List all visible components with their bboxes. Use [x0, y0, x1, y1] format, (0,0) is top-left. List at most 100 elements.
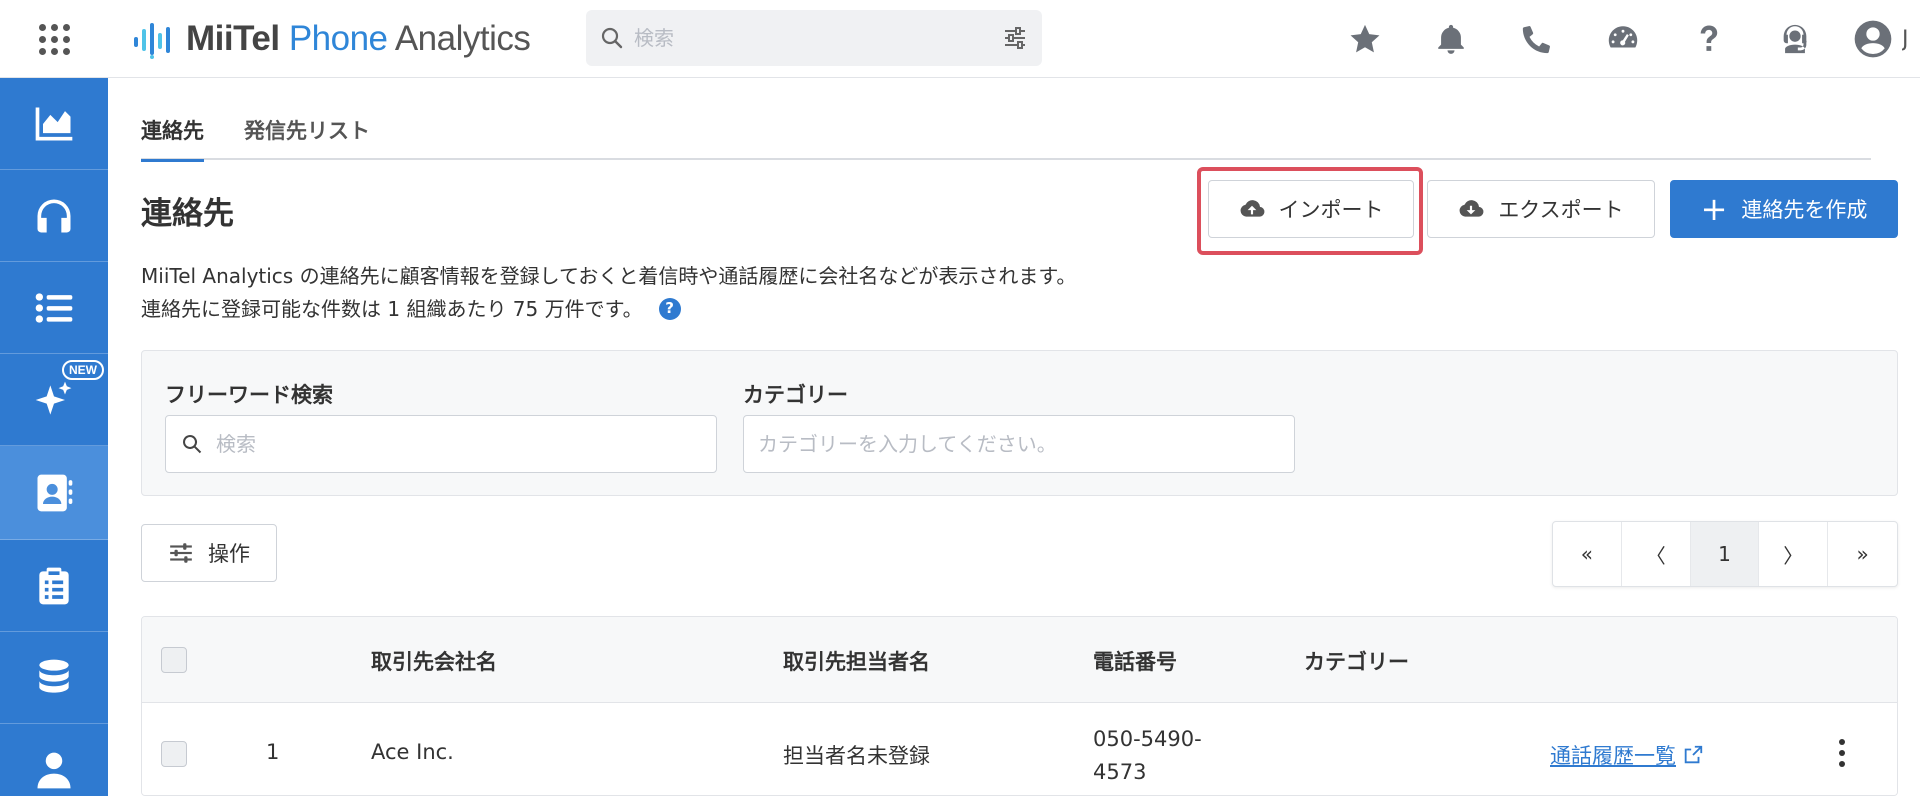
export-label: エクスポート	[1498, 198, 1624, 222]
category-filter-input[interactable]	[758, 432, 1280, 456]
area-chart-icon	[35, 107, 73, 140]
page-last-button[interactable]: »	[1828, 522, 1897, 586]
row-more-menu-icon[interactable]	[1839, 739, 1845, 767]
row-checkbox[interactable]	[161, 741, 187, 767]
select-all-checkbox[interactable]	[161, 647, 187, 673]
row-phone-line-2: 4573	[1093, 760, 1147, 784]
star-icon	[1350, 24, 1380, 53]
headset-agent-icon	[1783, 24, 1807, 54]
external-link-icon	[1684, 745, 1703, 764]
logo-bars-icon	[134, 23, 170, 59]
dashboard-button[interactable]	[1580, 0, 1666, 78]
favorites-button[interactable]	[1322, 0, 1408, 78]
tab-contacts[interactable]: 連絡先	[141, 100, 204, 162]
top-bar: MiiTel Phone Analytics J	[0, 0, 1920, 78]
page-prev-button[interactable]: 〈	[1622, 522, 1691, 586]
global-search	[586, 10, 1042, 66]
category-filter-label: カテゴリー	[743, 383, 848, 407]
pagination: « 〈 1 〉 »	[1552, 521, 1898, 587]
table-row: 1 Ace Inc. 担当者名未登録 050-5490- 4573 通話履歴一覧	[142, 703, 1897, 795]
export-button[interactable]: エクスポート	[1427, 180, 1655, 238]
row-contact: 担当者名未登録	[783, 744, 930, 768]
operations-button[interactable]: 操作	[141, 524, 277, 582]
user-menu-button[interactable]	[1838, 0, 1908, 78]
person-icon	[37, 752, 71, 788]
row-index: 1	[266, 740, 280, 764]
sparkle-icon	[35, 381, 72, 415]
sidebar-item-list[interactable]	[0, 262, 108, 354]
plus-icon: +	[1700, 190, 1728, 228]
create-contact-button[interactable]: + 連絡先を作成	[1670, 180, 1898, 238]
speedometer-icon	[1608, 26, 1638, 48]
question-mark-icon	[1700, 25, 1718, 51]
headphones-icon	[37, 199, 71, 232]
page-first-button[interactable]: «	[1553, 522, 1622, 586]
bell-icon	[1438, 24, 1464, 54]
freeword-search-field	[165, 415, 717, 473]
header-category[interactable]: カテゴリー	[1304, 646, 1409, 676]
apps-grid-icon	[38, 23, 70, 55]
row-phone: 050-5490- 4573	[1093, 723, 1202, 789]
logo-analytics: Analytics	[394, 19, 531, 58]
sidebar-item-analytics[interactable]	[0, 78, 108, 170]
call-history-label: 通話履歴一覧	[1550, 744, 1676, 768]
notifications-button[interactable]	[1408, 0, 1494, 78]
clipboard-list-icon	[39, 567, 69, 604]
category-filter-field	[743, 415, 1295, 473]
help-circle-icon[interactable]: ?	[658, 297, 681, 320]
sidebar: NEW	[0, 78, 108, 796]
header-phone[interactable]: 電話番号	[1093, 646, 1177, 676]
freeword-search-input[interactable]	[216, 432, 702, 456]
header-company[interactable]: 取引先会社名	[371, 646, 497, 676]
page-description: MiiTel Analytics の連絡先に顧客情報を登録しておくと着信時や通話…	[141, 260, 1076, 326]
sidebar-item-ai[interactable]: NEW	[0, 354, 108, 446]
import-label: インポート	[1278, 198, 1384, 222]
support-button[interactable]	[1752, 0, 1838, 78]
table-header-row: 取引先会社名 取引先担当者名 電話番号 カテゴリー	[142, 617, 1897, 703]
contact-book-icon	[37, 474, 73, 511]
contacts-table: 取引先会社名 取引先担当者名 電話番号 カテゴリー 1 Ace Inc. 担当者…	[141, 616, 1898, 796]
user-avatar-icon	[1854, 20, 1892, 58]
call-history-link[interactable]: 通話履歴一覧	[1550, 740, 1704, 770]
sidebar-item-users[interactable]	[0, 724, 108, 796]
header-contact[interactable]: 取引先担当者名	[783, 646, 930, 676]
header-icon-bar: J	[1322, 0, 1920, 78]
sidebar-item-contacts[interactable]	[0, 446, 108, 540]
phone-icon	[1522, 26, 1550, 54]
page-current-button[interactable]: 1	[1690, 522, 1760, 586]
help-button[interactable]	[1666, 0, 1752, 78]
page-title: 連絡先	[141, 196, 234, 232]
database-icon	[39, 659, 69, 693]
sidebar-item-database[interactable]	[0, 632, 108, 724]
user-initial: J	[1902, 26, 1909, 52]
global-search-input[interactable]	[634, 26, 1002, 50]
page-next-button[interactable]: 〉	[1759, 522, 1829, 586]
sliders-icon	[170, 543, 192, 563]
logo-mii: MiiTel	[186, 19, 280, 58]
cloud-download-icon	[1459, 200, 1484, 217]
freeword-search-label: フリーワード検索	[165, 383, 333, 407]
description-line-2: 連絡先に登録可能な件数は 1 組織あたり 75 万件です。?	[141, 293, 1076, 326]
logo-phone: Phone	[288, 19, 388, 58]
logo-text: MiiTel Phone Analytics	[186, 19, 531, 59]
row-phone-line-1: 050-5490-	[1093, 727, 1202, 751]
list-icon	[35, 292, 73, 323]
filter-sliders-icon[interactable]	[1002, 25, 1028, 51]
filter-panel: フリーワード検索 カテゴリー	[141, 350, 1898, 496]
cloud-upload-icon	[1240, 200, 1264, 217]
sidebar-item-calls[interactable]	[0, 170, 108, 262]
new-badge: NEW	[62, 360, 104, 380]
description-line-1: MiiTel Analytics の連絡先に顧客情報を登録しておくと着信時や通話…	[141, 264, 1077, 288]
description-line-2-text: 連絡先に登録可能な件数は 1 組織あたり 75 万件です。	[141, 297, 643, 321]
phone-button[interactable]	[1494, 0, 1580, 78]
row-company: Ace Inc.	[371, 740, 454, 764]
sidebar-item-tasks[interactable]	[0, 540, 108, 632]
import-button[interactable]: インポート	[1208, 180, 1414, 238]
apps-menu-button[interactable]	[0, 0, 108, 78]
app-logo[interactable]: MiiTel Phone Analytics	[132, 18, 531, 60]
operations-label: 操作	[208, 542, 250, 566]
search-icon	[601, 27, 623, 49]
create-contact-label: 連絡先を作成	[1741, 198, 1868, 222]
main-content: 連絡先 発信先リスト 連絡先 インポート エクスポート + 連絡先を作成 Mii…	[108, 78, 1920, 796]
tab-call-lists[interactable]: 発信先リスト	[244, 100, 370, 160]
